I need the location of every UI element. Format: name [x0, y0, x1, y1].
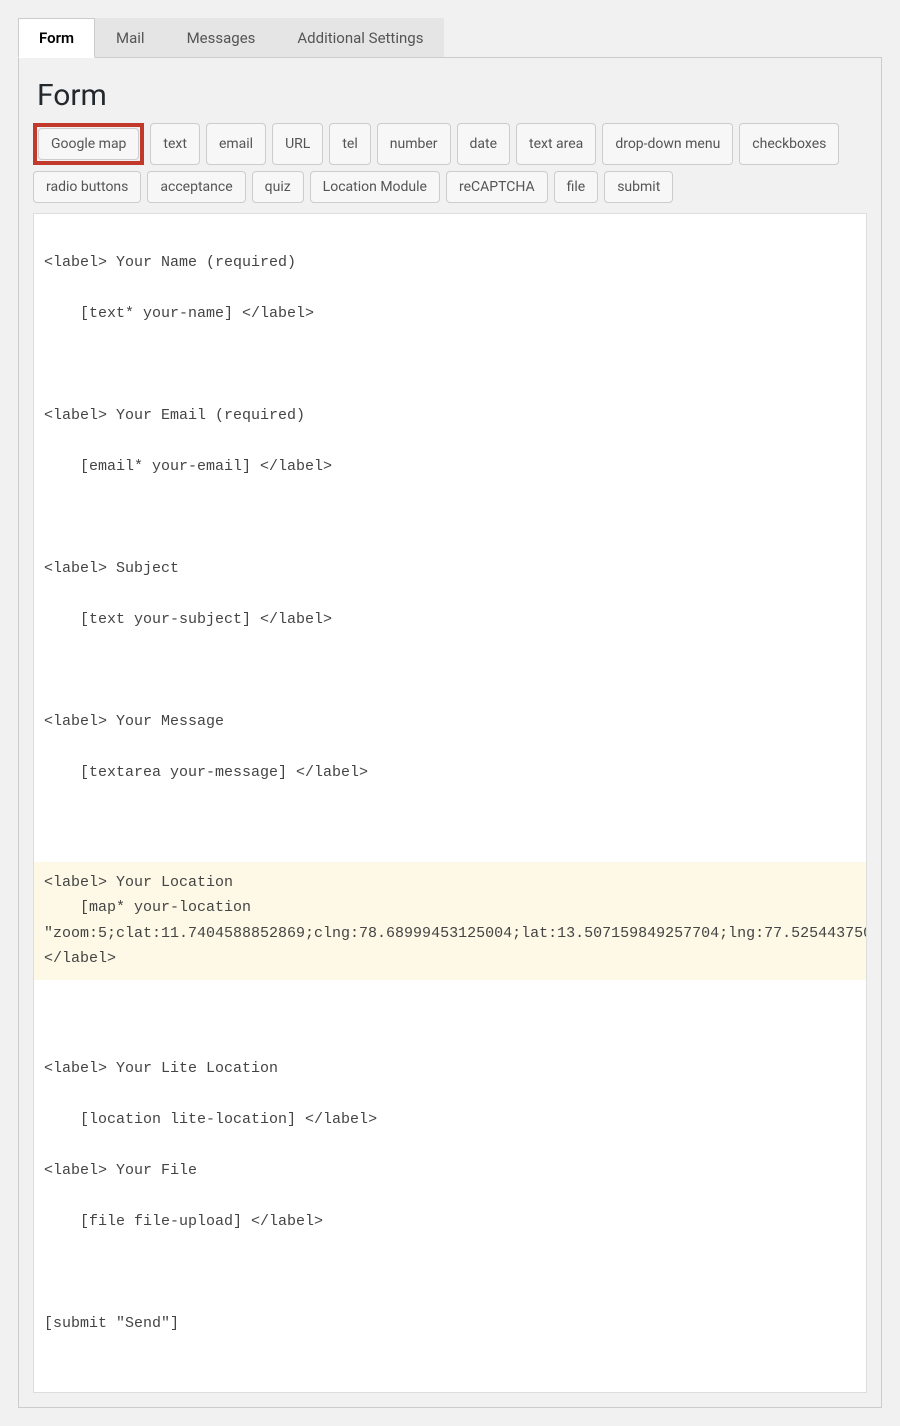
- code-line: [email* your-email] </label>: [44, 454, 856, 480]
- highlighted-code-block: <label> Your Location [map* your-locatio…: [34, 862, 866, 980]
- code-line: [submit "Send"]: [44, 1311, 856, 1337]
- code-line: <label> Your Email (required): [44, 403, 856, 429]
- tag-toolbar: Google map text email URL tel number dat…: [33, 123, 867, 203]
- tag-file-button[interactable]: file: [554, 171, 599, 203]
- tag-tel-button[interactable]: tel: [329, 123, 370, 165]
- code-line: [file file-upload] </label>: [44, 1209, 856, 1235]
- tag-dropdown-button[interactable]: drop-down menu: [602, 123, 733, 165]
- tag-quiz-button[interactable]: quiz: [252, 171, 304, 203]
- tag-acceptance-button[interactable]: acceptance: [147, 171, 245, 203]
- tag-location-module-button[interactable]: Location Module: [310, 171, 440, 203]
- tag-checkboxes-button[interactable]: checkboxes: [739, 123, 839, 165]
- code-line: [44, 658, 856, 684]
- code-line: [44, 505, 856, 531]
- tag-date-button[interactable]: date: [457, 123, 511, 165]
- code-line: <label> Your Location: [44, 870, 856, 896]
- code-line: [44, 1260, 856, 1286]
- tag-url-button[interactable]: URL: [272, 123, 323, 165]
- code-line: [44, 1005, 856, 1031]
- code-line: [44, 811, 856, 837]
- code-line: <label> Your Lite Location: [44, 1056, 856, 1082]
- tag-submit-button[interactable]: submit: [604, 171, 673, 203]
- tag-recaptcha-button[interactable]: reCAPTCHA: [446, 171, 548, 203]
- code-line: <label> Your File: [44, 1158, 856, 1184]
- form-panel: Form Google map text email URL tel numbe…: [18, 57, 882, 1408]
- code-line: [map* your-location "zoom:5;clat:11.7404…: [44, 895, 856, 972]
- code-line: [44, 352, 856, 378]
- code-line: <label> Your Message: [44, 709, 856, 735]
- panel-title: Form: [37, 78, 867, 113]
- tag-textarea-button[interactable]: text area: [516, 123, 596, 165]
- code-line: [textarea your-message] </label>: [44, 760, 856, 786]
- tag-number-button[interactable]: number: [377, 123, 451, 165]
- highlight-google-map: Google map: [33, 123, 144, 165]
- tag-email-button[interactable]: email: [206, 123, 266, 165]
- tag-text-button[interactable]: text: [150, 123, 200, 165]
- tab-messages[interactable]: Messages: [166, 18, 277, 58]
- tab-mail[interactable]: Mail: [95, 18, 166, 58]
- code-line: [text* your-name] </label>: [44, 301, 856, 327]
- tab-bar: Form Mail Messages Additional Settings: [18, 18, 882, 58]
- code-line: <label> Subject: [44, 556, 856, 582]
- tab-additional-settings[interactable]: Additional Settings: [276, 18, 444, 58]
- code-line: [text your-subject] </label>: [44, 607, 856, 633]
- code-line: <label> Your Name (required): [44, 250, 856, 276]
- tag-radio-button[interactable]: radio buttons: [33, 171, 141, 203]
- tag-google-map-button[interactable]: Google map: [38, 128, 139, 160]
- code-line: [location lite-location] </label>: [44, 1107, 856, 1133]
- tab-form[interactable]: Form: [18, 18, 95, 58]
- form-code-editor[interactable]: <label> Your Name (required) [text* your…: [33, 213, 867, 1393]
